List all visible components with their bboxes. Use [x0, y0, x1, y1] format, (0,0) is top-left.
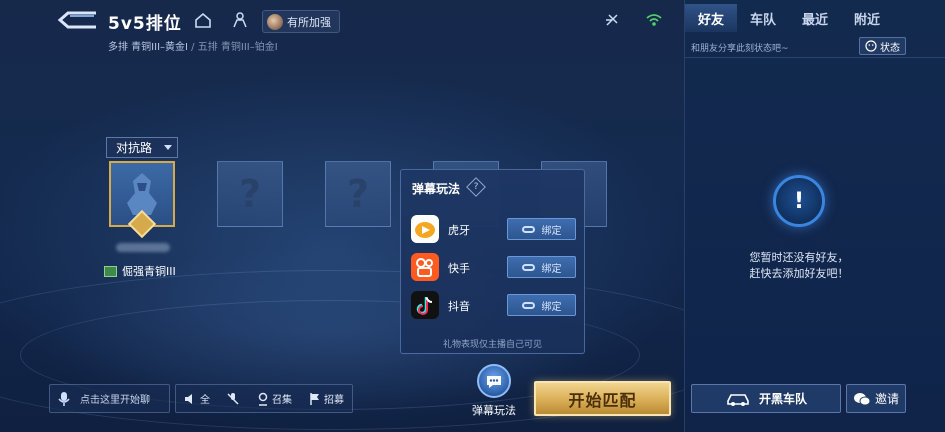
platform-row-douyin: 抖音 绑定	[411, 291, 576, 321]
flag-icon	[310, 392, 319, 405]
team-status-text: 有所加强	[287, 15, 331, 29]
car-team-label: 开黑车队	[758, 392, 807, 406]
queue-info-main: 多排 青铜III–黄金I	[108, 42, 188, 53]
status-button-label: 状态	[880, 42, 900, 54]
empty-state-icon: !	[773, 175, 825, 227]
wifi-signal-icon	[643, 9, 665, 31]
home-icon[interactable]	[192, 9, 214, 31]
platform-name: 抖音	[448, 300, 470, 313]
car-team-button[interactable]: 开黑车队	[691, 384, 841, 413]
bind-douyin-button[interactable]: 绑定	[507, 294, 576, 316]
friends-tabs: 好友 车队 最近 附近	[685, 4, 945, 32]
danmaku-icon	[477, 364, 511, 398]
queue-info: 多排 青铜III–黄金I / 五排 青铜III–铂金I	[108, 38, 278, 53]
mic-button[interactable]	[226, 392, 240, 406]
kuaishou-logo-icon	[411, 253, 439, 281]
empty-player-slot[interactable]: ?	[217, 161, 283, 227]
summon-label: 召集	[272, 395, 292, 406]
voice-text-icon	[58, 391, 70, 406]
role-select[interactable]: 对抗路	[106, 137, 178, 158]
empty-state-line: 赶快去添加好友吧！	[749, 267, 849, 280]
settings-icon[interactable]	[601, 9, 623, 31]
danmaku-popup: 弹幕玩法 ? 虎牙 绑定 快手 绑定 抖音 绑定 礼物表现仅主播自己可见	[400, 169, 585, 354]
wechat-icon	[853, 392, 871, 405]
emoji-icon	[865, 40, 877, 52]
danmaku-popup-note: 礼物表现仅主播自己可见	[442, 340, 542, 350]
chat-input[interactable]: 点击这里开始聊	[49, 384, 170, 413]
bind-label: 绑定	[541, 301, 562, 313]
team-status-chip[interactable]: 有所加强	[262, 10, 340, 33]
slot-placeholder-icon: ?	[346, 172, 370, 216]
link-icon	[521, 301, 535, 309]
huya-logo-icon	[411, 215, 439, 243]
danmaku-popup-title: 弹幕玩法	[412, 182, 461, 196]
slot-placeholder-icon: ?	[238, 172, 262, 216]
status-row: 和朋友分享此刻状态吧~ 状态	[685, 34, 945, 58]
queue-info-alt: 五排 青铜III–铂金I	[197, 42, 278, 53]
link-icon	[521, 225, 535, 233]
danmaku-mode-label: 弹幕玩法	[472, 404, 516, 417]
invite-button[interactable]: 邀请	[846, 384, 906, 413]
player-rank: 倔强青铜III	[104, 263, 176, 279]
rank-icon	[104, 265, 117, 277]
invite-label: 邀请	[874, 392, 899, 406]
status-hint: 和朋友分享此刻状态吧~	[691, 44, 789, 54]
bind-huya-button[interactable]: 绑定	[507, 218, 576, 240]
start-matching-button[interactable]: 开始匹配	[534, 381, 671, 416]
mic-muted-icon	[227, 392, 239, 405]
tab-nearby[interactable]: 附近	[841, 4, 893, 32]
status-button[interactable]: 状态	[859, 37, 906, 55]
empty-state-line: 您暂时还没有好友，	[749, 251, 849, 264]
empty-state-text: 您暂时还没有好友， 赶快去添加好友吧！	[685, 250, 913, 282]
bind-kuaishou-button[interactable]: 绑定	[507, 256, 576, 278]
tab-recent[interactable]: 最近	[789, 4, 841, 32]
game-lobby-screen: 5v5排位 有所加强 多排 青铜III–黄金I / 五排 青铜III–铂金I 对…	[0, 0, 945, 432]
help-icon[interactable]: ?	[466, 177, 486, 197]
platform-row-huya: 虎牙 绑定	[411, 215, 576, 245]
page-title: 5v5排位	[108, 14, 182, 34]
tab-friends[interactable]: 好友	[685, 4, 737, 32]
back-arrow-icon	[57, 11, 96, 29]
back-button[interactable]	[56, 8, 100, 32]
link-icon	[521, 263, 535, 271]
queue-info-separator: /	[187, 42, 198, 53]
friends-panel: 好友 车队 最近 附近 和朋友分享此刻状态吧~ 状态 ! 您暂时还没有好友， 赶…	[684, 0, 945, 432]
tab-team[interactable]: 车队	[737, 4, 789, 32]
speaker-all-label: 全	[200, 395, 210, 406]
recruit-label: 招募	[324, 395, 344, 406]
empty-player-slot[interactable]: ?	[325, 161, 391, 227]
danmaku-mode-button[interactable]: 弹幕玩法	[468, 364, 520, 420]
car-icon	[727, 393, 749, 406]
player-name-blurred	[116, 243, 170, 252]
douyin-logo-icon	[411, 291, 439, 319]
bind-label: 绑定	[541, 263, 562, 275]
chevron-down-icon	[164, 145, 172, 150]
summon-button[interactable]: 召集	[256, 391, 292, 406]
voice-toolbar: 全 召集 招募	[175, 384, 353, 413]
recruit-button[interactable]: 招募	[308, 391, 344, 406]
role-select-value: 对抗路	[116, 141, 153, 155]
speaker-icon	[185, 393, 192, 404]
bind-label: 绑定	[541, 225, 562, 237]
platform-name: 快手	[448, 262, 470, 275]
platform-name: 虎牙	[448, 224, 470, 237]
chat-prompt: 点击这里开始聊	[80, 395, 150, 406]
speaker-all-button[interactable]: 全	[184, 391, 210, 406]
summon-icon	[258, 392, 268, 406]
team-avatar	[267, 13, 283, 30]
platform-row-kuaishou: 快手 绑定	[411, 253, 576, 283]
player-rank-text: 倔强青铜III	[122, 265, 176, 278]
team-mode-icon[interactable]	[229, 9, 251, 31]
